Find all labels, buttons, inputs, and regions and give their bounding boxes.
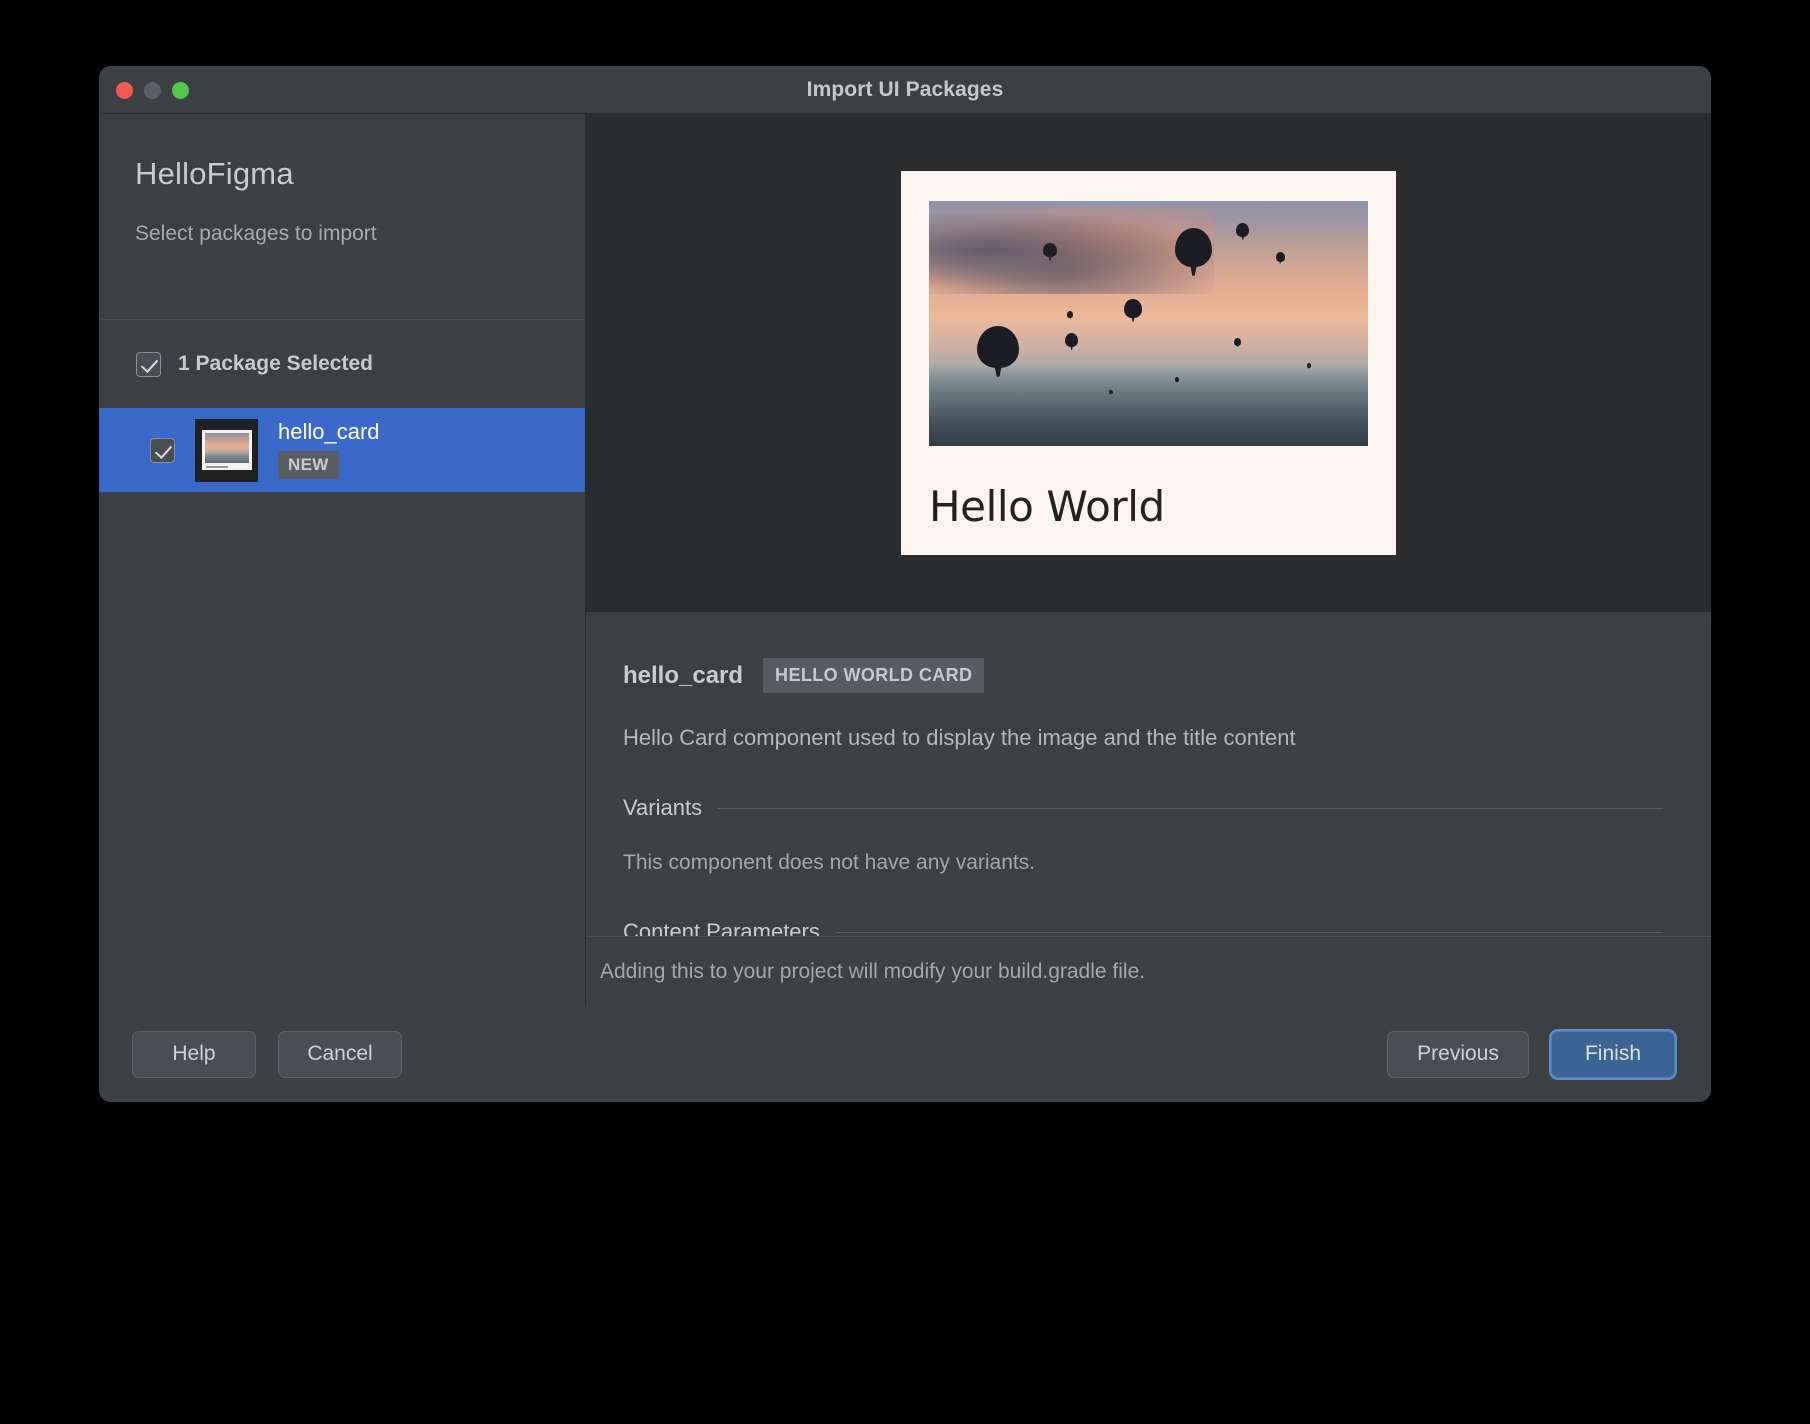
balloons-image [929,201,1368,446]
section-variants: Variants This component does not have an… [623,795,1663,875]
window-controls [116,66,189,114]
dialog-body: HelloFigma Select packages to import 1 P… [99,114,1711,1006]
status-badge: NEW [278,451,339,479]
help-button[interactable]: Help [132,1030,256,1078]
section-title-content-parameters: Content Parameters [623,919,820,936]
sidebar-subtitle: Select packages to import [135,222,377,245]
component-description: Hello Card component used to display the… [623,725,1296,750]
section-divider [835,931,1663,933]
section-body-variants: This component does not have any variant… [623,851,1036,874]
finish-button[interactable]: Finish [1551,1030,1675,1078]
previous-button[interactable]: Previous [1387,1030,1529,1078]
select-all-row[interactable]: 1 Package Selected [99,320,585,408]
select-all-checkbox[interactable] [136,351,161,377]
sidebar-header: HelloFigma Select packages to import [99,114,585,320]
preview-card-title: Hello World [929,482,1165,531]
component-name: hello_card [623,661,744,689]
window-title: Import UI Packages [806,77,1004,101]
preview-pane: Hello World hello_card HELLO WORLD CARD … [586,114,1711,1006]
footer-note: Adding this to your project will modify … [586,936,1711,1006]
package-thumbnail [195,418,258,482]
select-all-label: 1 Package Selected [178,352,373,375]
cancel-button[interactable]: Cancel [278,1030,402,1078]
package-meta: hello_card NEW [278,421,380,479]
component-title-row: hello_card HELLO WORLD CARD [623,658,1663,693]
close-window-button[interactable] [116,81,133,99]
section-title-variants: Variants [623,795,703,820]
preview-card: Hello World [901,171,1396,555]
list-item[interactable]: hello_card NEW [99,408,585,492]
component-tag: HELLO WORLD CARD [763,658,985,693]
preview-area: Hello World [586,114,1711,612]
section-content-parameters: Content Parameters This component does n… [623,919,1663,936]
title-bar: Import UI Packages [99,66,1711,114]
package-name: hello_card [278,419,380,444]
packages-sidebar: HelloFigma Select packages to import 1 P… [99,114,586,1006]
package-checkbox[interactable] [150,437,175,463]
component-details: hello_card HELLO WORLD CARD Hello Card c… [586,612,1711,936]
project-name: HelloFigma [135,156,294,191]
minimize-window-button[interactable] [144,81,161,99]
dialog-button-bar: Help Cancel Previous Finish [99,1006,1711,1102]
zoom-window-button[interactable] [172,81,189,99]
section-divider [718,807,1663,809]
import-ui-packages-dialog: Import UI Packages HelloFigma Select pac… [99,66,1711,1102]
package-list: hello_card NEW [99,408,585,1006]
